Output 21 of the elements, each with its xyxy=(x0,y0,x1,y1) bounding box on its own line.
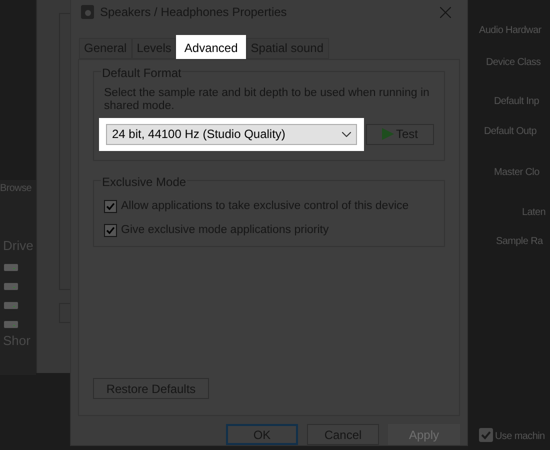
tab[interactable]: Advanced xyxy=(176,34,246,61)
field-label: Laten xyxy=(522,206,546,220)
drive-icon xyxy=(4,282,18,290)
chevron-down-icon xyxy=(342,132,351,137)
field-label: Master Clo xyxy=(494,166,540,180)
checkbox-label: Use machin xyxy=(495,430,545,444)
field-label: Sample Ra xyxy=(496,235,543,249)
drive-icon xyxy=(4,263,18,271)
drive-icon xyxy=(4,301,18,309)
play-icon xyxy=(382,128,394,140)
field-label: Device Class xyxy=(486,56,541,70)
section-heading: Audio Hardwar xyxy=(479,24,542,38)
checkbox[interactable] xyxy=(104,224,117,238)
speaker-icon xyxy=(81,5,94,20)
field-label: Default Outp xyxy=(484,125,537,139)
field-label: Default Inp xyxy=(494,95,540,109)
drive-icon xyxy=(4,320,18,328)
checkbox[interactable] xyxy=(104,200,117,213)
use-machine-checkbox[interactable] xyxy=(479,428,493,442)
format-dropdown[interactable]: 24 bit, 44100 Hz (Studio Quality) xyxy=(106,124,357,145)
close-icon[interactable] xyxy=(440,6,451,18)
